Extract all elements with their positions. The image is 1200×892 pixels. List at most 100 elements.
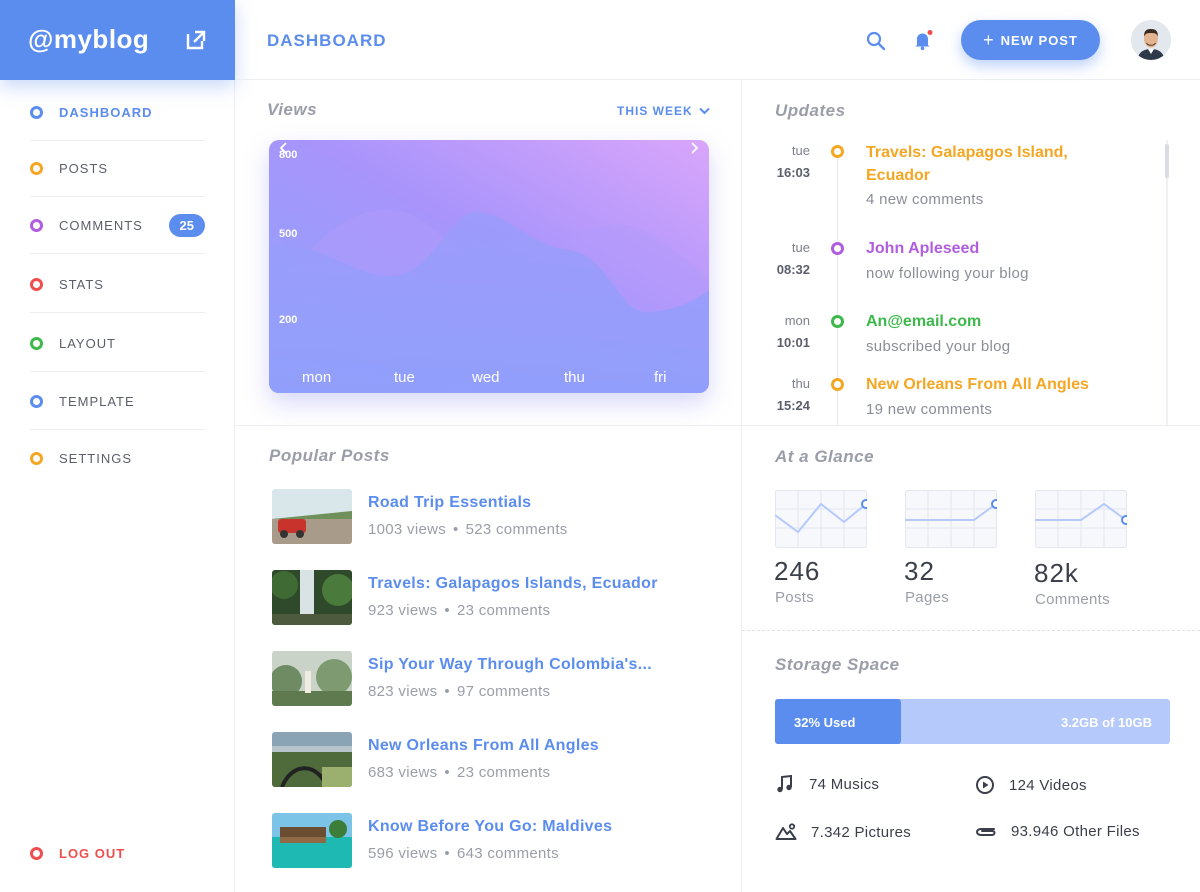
bell-icon[interactable] xyxy=(912,29,934,51)
post-title[interactable]: Sip Your Way Through Colombia's... xyxy=(368,656,652,674)
comments-label: Comments xyxy=(1035,591,1110,608)
update-day: thu xyxy=(791,376,810,391)
post-title[interactable]: Know Before You Go: Maldives xyxy=(368,818,612,836)
sidebar-item-layout[interactable]: LAYOUT xyxy=(30,315,205,372)
update-title[interactable]: An@email.com xyxy=(866,310,1126,333)
scrollbar-track[interactable] xyxy=(1166,140,1168,425)
post-comments: 643 comments xyxy=(456,845,559,862)
new-post-button[interactable]: + NEW POST xyxy=(961,20,1100,60)
update-title[interactable]: Travels: Galapagos Island, Ecuador xyxy=(866,141,1126,187)
update-day: tue xyxy=(791,240,810,255)
sidebar-item-settings[interactable]: SETTINGS xyxy=(30,430,205,487)
sidebar-item-comments[interactable]: COMMENTS 25 xyxy=(30,197,205,254)
separator-dot: • xyxy=(444,602,450,619)
stat-musics: 74 Musics xyxy=(775,775,879,793)
post-title[interactable]: New Orleans From All Angles xyxy=(368,737,599,755)
page-title: DASHBOARD xyxy=(267,31,387,50)
post-thumbnail[interactable] xyxy=(272,489,352,544)
comments-sparkline xyxy=(1035,490,1127,548)
brand-bar: @myblog xyxy=(0,0,235,80)
stat-other-files-label: 93.946 Other Files xyxy=(1011,823,1140,840)
play-circle-icon xyxy=(976,776,994,794)
updates-title: Updates xyxy=(775,101,846,120)
storage-total-label: 3.2GB of 10GB xyxy=(1060,715,1152,730)
brand-logo[interactable]: @myblog xyxy=(28,24,149,55)
stat-videos: 124 Videos xyxy=(975,775,1087,795)
comments-count-badge: 25 xyxy=(168,213,205,237)
dot-icon xyxy=(30,218,43,232)
pages-sparkline xyxy=(905,490,997,548)
external-link-icon[interactable] xyxy=(185,29,207,51)
update-title[interactable]: New Orleans From All Angles xyxy=(866,373,1126,396)
post-meta: 923 views • 23 comments xyxy=(368,602,550,619)
stat-pictures: 7.342 Pictures xyxy=(775,823,911,841)
column-divider xyxy=(741,80,742,892)
post-thumbnail[interactable] xyxy=(272,570,352,625)
sidebar-item-posts[interactable]: POSTS xyxy=(30,140,205,197)
separator-dot: • xyxy=(453,521,459,538)
post-thumbnail[interactable] xyxy=(272,813,352,868)
range-select[interactable]: THIS WEEK xyxy=(617,104,710,118)
timeline-dot-icon xyxy=(831,378,844,391)
post-meta: 1003 views • 523 comments xyxy=(368,521,568,538)
timeline-dot-icon xyxy=(831,315,844,328)
music-icon xyxy=(777,775,792,793)
separator-dot: • xyxy=(444,683,450,700)
post-views: 923 views xyxy=(368,602,438,619)
top-bar: DASHBOARD + NEW POST xyxy=(235,0,1200,80)
x-tick-label: mon xyxy=(302,369,332,386)
post-title[interactable]: Road Trip Essentials xyxy=(368,494,531,512)
post-views: 1003 views xyxy=(368,521,447,538)
update-day: mon xyxy=(784,313,810,328)
x-tick-label: thu xyxy=(564,369,585,386)
sidebar-item-dashboard[interactable]: DASHBOARD xyxy=(30,84,205,141)
sidebar: @myblog DASHBOARD POSTS COMMENTS 25 STAT… xyxy=(0,0,235,892)
logout-label: LOG OUT xyxy=(59,846,126,861)
timeline-dot-icon xyxy=(831,242,844,255)
stat-videos-label: 124 Videos xyxy=(1009,776,1087,794)
dot-icon xyxy=(30,452,43,465)
sidebar-item-template[interactable]: TEMPLATE xyxy=(30,373,205,430)
update-title[interactable]: John Apleseed xyxy=(866,237,1126,260)
post-views: 596 views xyxy=(368,845,438,862)
sidebar-item-label: COMMENTS xyxy=(59,217,143,233)
scrollbar-thumb[interactable] xyxy=(1165,144,1169,178)
stat-musics-label: 74 Musics xyxy=(809,775,880,793)
paperclip-icon xyxy=(975,827,996,836)
post-comments: 23 comments xyxy=(456,764,551,781)
logout-button[interactable]: LOG OUT xyxy=(30,846,125,861)
glance-title: At a Glance xyxy=(775,447,875,466)
post-thumbnail[interactable] xyxy=(272,732,352,787)
sidebar-item-label: DASHBOARD xyxy=(59,104,153,120)
update-subtitle: 4 new comments xyxy=(866,191,984,208)
post-comments: 523 comments xyxy=(465,521,568,538)
update-time: 08:32 xyxy=(776,262,810,277)
popular-posts-title: Popular Posts xyxy=(269,446,390,465)
chevron-right-icon[interactable] xyxy=(687,140,701,156)
post-thumbnail[interactable] xyxy=(272,651,352,706)
update-time: 16:03 xyxy=(776,165,810,180)
search-icon[interactable] xyxy=(866,31,886,51)
y-tick-label: 500 xyxy=(279,228,298,240)
separator-dot: • xyxy=(444,764,450,781)
range-select-label: THIS WEEK xyxy=(617,104,693,118)
new-post-label: NEW POST xyxy=(1000,32,1078,48)
post-title[interactable]: Travels: Galapagos Islands, Ecuador xyxy=(368,575,658,593)
picture-icon xyxy=(775,823,797,840)
storage-title: Storage Space xyxy=(775,655,900,674)
plus-icon: + xyxy=(983,29,995,50)
update-subtitle: subscribed your blog xyxy=(866,338,1011,355)
chevron-left-icon[interactable] xyxy=(277,140,291,156)
stat-other-files: 93.946 Other Files xyxy=(975,823,1140,840)
sidebar-item-stats[interactable]: STATS xyxy=(30,256,205,313)
posts-sparkline xyxy=(775,490,867,548)
sidebar-item-label: POSTS xyxy=(59,160,109,176)
storage-used-label: 32% Used xyxy=(794,715,856,730)
sidebar-item-label: SETTINGS xyxy=(59,451,133,466)
update-time: 15:24 xyxy=(776,398,810,413)
chevron-down-icon xyxy=(698,107,710,115)
views-title: Views xyxy=(267,100,318,119)
timeline-dot-icon xyxy=(831,145,844,158)
update-subtitle: now following your blog xyxy=(866,265,1029,282)
avatar[interactable] xyxy=(1131,20,1171,60)
